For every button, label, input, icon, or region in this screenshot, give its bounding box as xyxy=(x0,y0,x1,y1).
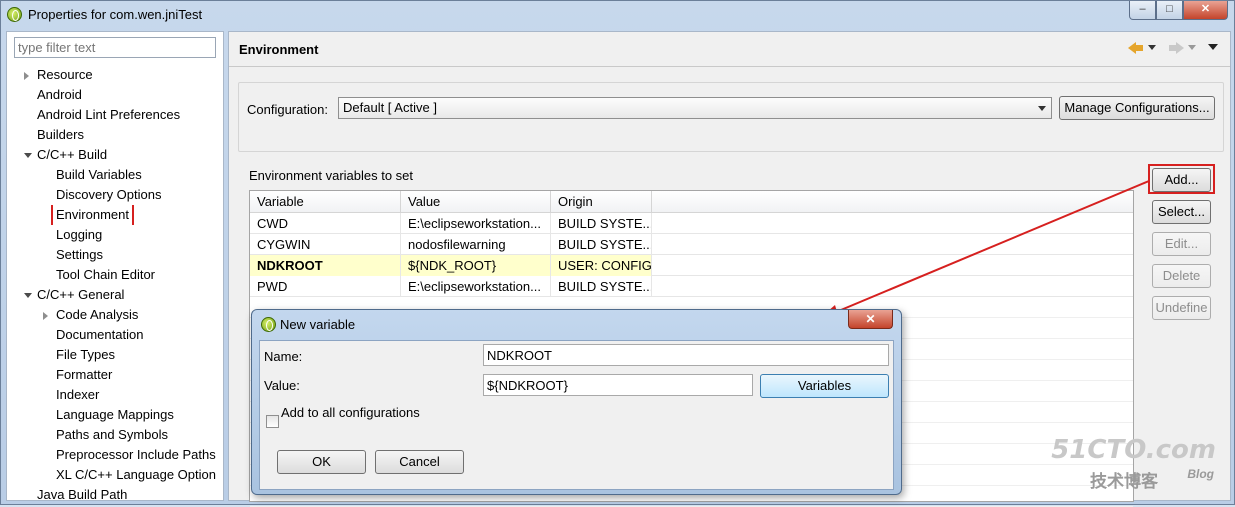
eclipse-dialog-icon xyxy=(261,317,276,332)
dialog-close-button[interactable]: ✕ xyxy=(848,310,893,329)
variables-button[interactable]: Variables xyxy=(760,374,889,398)
dialog-body: Name: Value: Variables Add to all config… xyxy=(259,340,894,490)
new-variable-dialog: New variable ✕ Name: Value: Variables Ad… xyxy=(251,309,902,495)
watermark-logo: 51CTO.com 技术博客 Blog xyxy=(1051,435,1216,491)
watermark-main-text: 51CTO.com xyxy=(1051,435,1216,465)
cancel-button[interactable]: Cancel xyxy=(375,450,464,474)
properties-window: Properties for com.wen.jniTest – □ ✕ Res… xyxy=(0,0,1235,507)
add-to-all-configurations-label: Add to all configurations xyxy=(281,405,420,420)
watermark-sub-text: 技术博客 xyxy=(1090,472,1158,491)
watermark-blog-text: Blog xyxy=(1187,467,1214,481)
arrow-line xyxy=(828,180,1150,316)
value-label: Value: xyxy=(264,378,300,393)
name-label: Name: xyxy=(264,349,303,364)
add-to-all-configurations-checkbox[interactable] xyxy=(266,415,279,428)
name-field[interactable] xyxy=(483,344,889,366)
ok-button[interactable]: OK xyxy=(277,450,366,474)
value-field[interactable] xyxy=(483,374,753,396)
dialog-title: New variable xyxy=(280,317,356,332)
